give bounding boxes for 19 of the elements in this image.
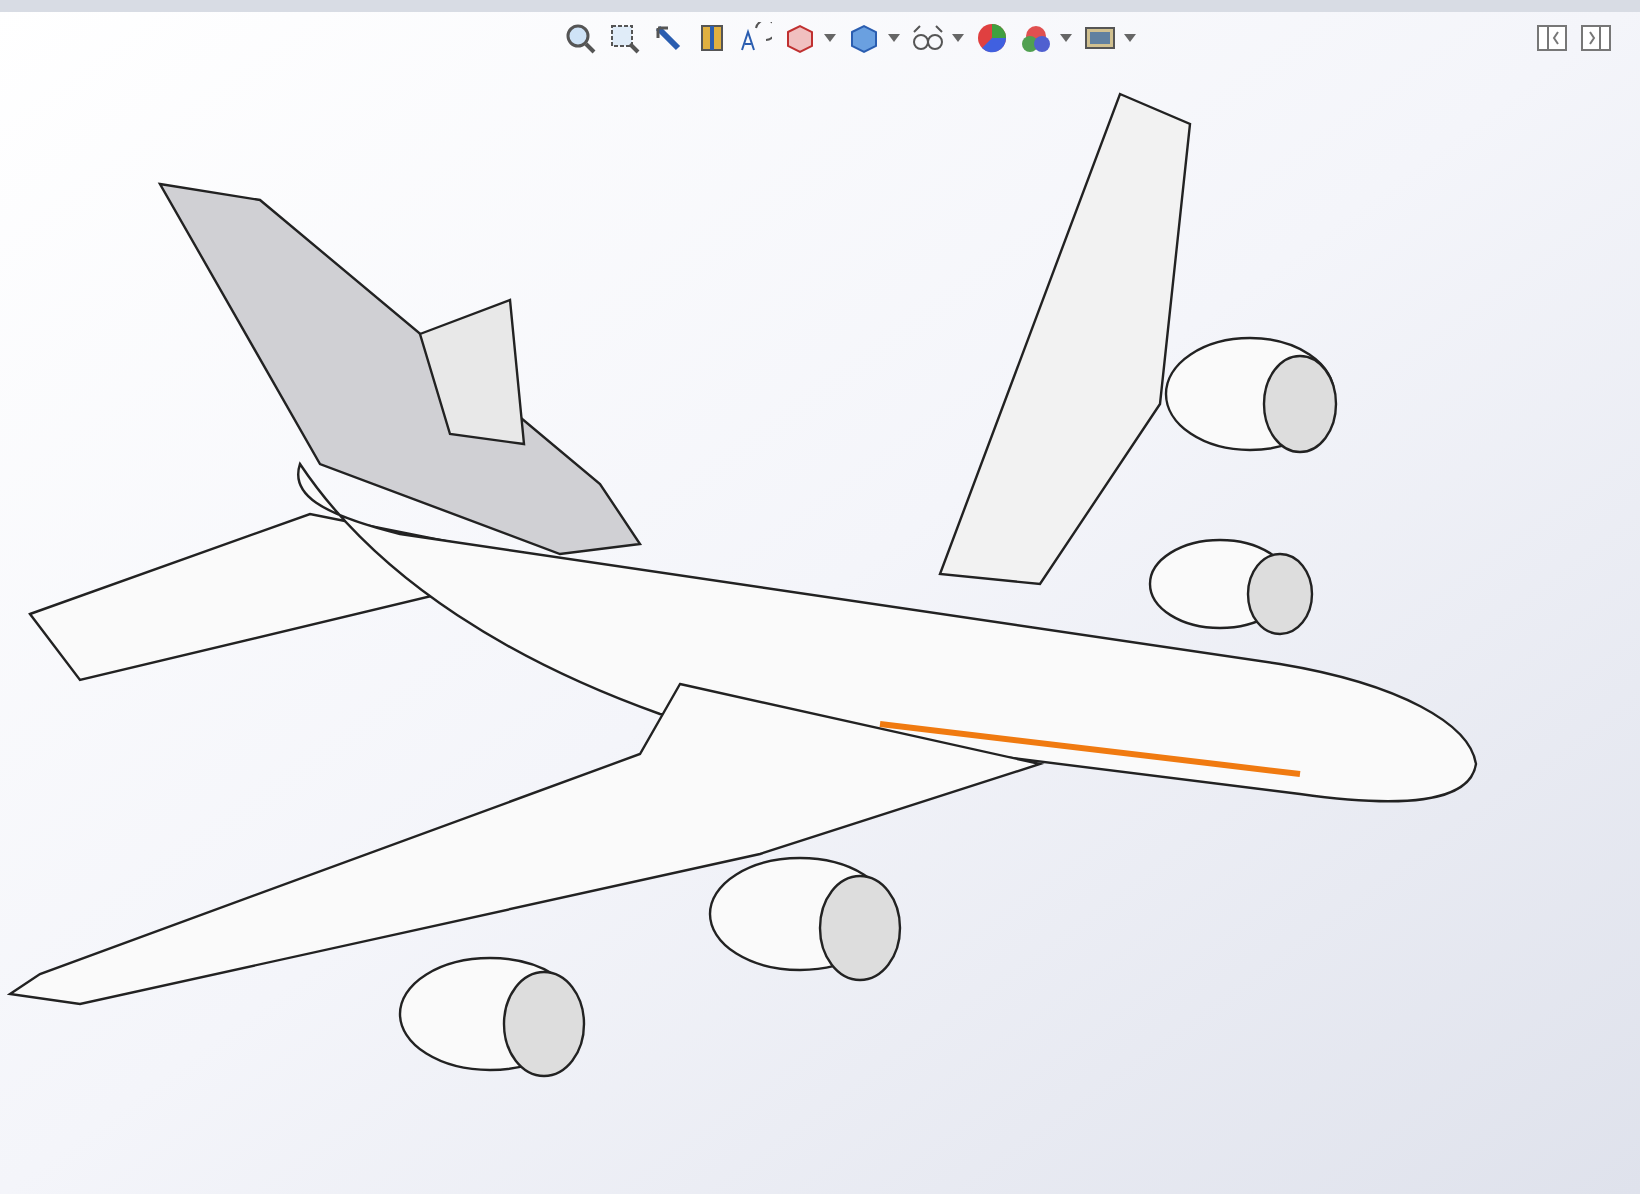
zoom-fit-icon[interactable] — [564, 22, 596, 54]
arrow-icon[interactable] — [652, 22, 684, 54]
monitor-dropdown-button[interactable] — [1084, 22, 1136, 54]
caret-icon — [1124, 34, 1136, 42]
glasses-dropdown-button[interactable] — [912, 22, 964, 54]
zoom-area-icon[interactable] — [608, 22, 640, 54]
scene-dropdown-button[interactable] — [1020, 22, 1072, 54]
color-wheel-icon[interactable] — [976, 22, 1008, 54]
monitor-icon — [1084, 22, 1116, 54]
caret-icon — [952, 34, 964, 42]
caret-icon — [824, 34, 836, 42]
cube-dropdown-button[interactable] — [784, 22, 836, 54]
scene-icon — [1020, 22, 1052, 54]
caret-icon — [888, 34, 900, 42]
glasses-icon — [912, 22, 944, 54]
caret-icon — [1060, 34, 1072, 42]
panel-right-icon[interactable] — [1580, 22, 1612, 54]
panel-left-icon[interactable] — [1536, 22, 1568, 54]
cube-dropdown-button[interactable] — [848, 22, 900, 54]
